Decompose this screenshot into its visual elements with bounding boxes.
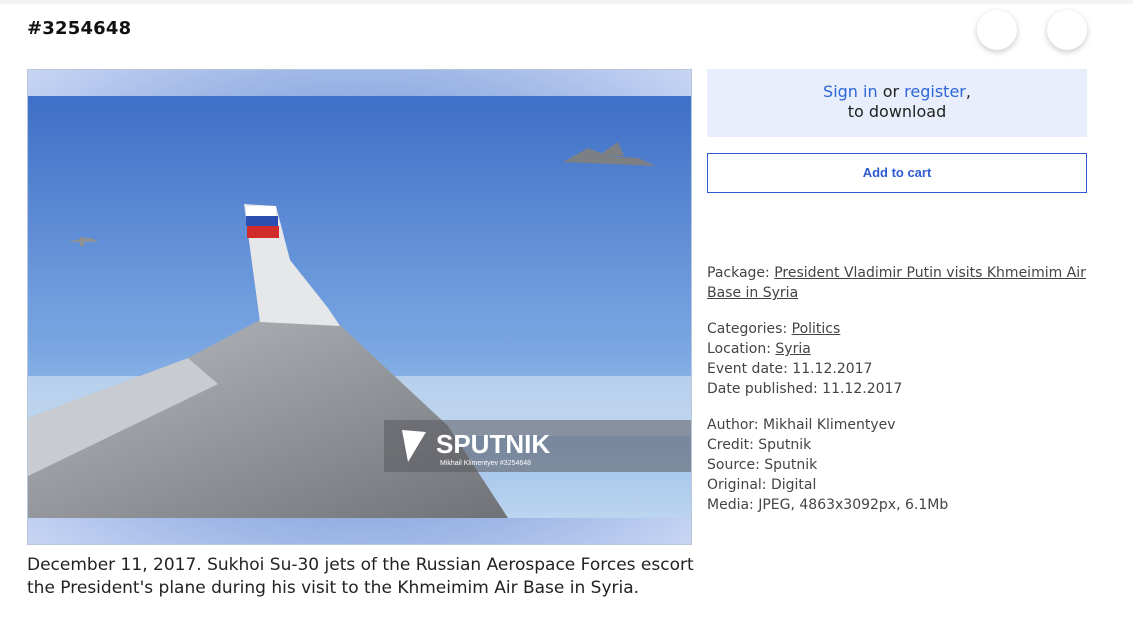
photo-caption: December 11, 2017. Sukhoi Su-30 jets of … — [27, 555, 694, 598]
sign-in-link[interactable]: Sign in — [823, 82, 878, 101]
event-date: Event date: 11.12.2017 — [707, 361, 873, 377]
media-info: Media: JPEG, 4863x3092px, 6.1Mb — [707, 497, 949, 513]
watermark-brand: SPUTNIK — [436, 429, 550, 459]
categories-label: Categories: — [707, 321, 792, 337]
favorite-button[interactable] — [977, 10, 1017, 50]
credit: Credit: Sputnik — [707, 437, 812, 453]
or-text: or — [877, 82, 905, 101]
register-link[interactable]: register — [904, 82, 966, 101]
photo-viewer[interactable]: SPUTNIK Mikhail Klimentyev #3254648 — [27, 69, 692, 545]
credits-block: Author: Mikhail Klimentyev Credit: Sputn… — [707, 415, 1097, 515]
metadata-block: Categories: Politics Location: Syria Eve… — [707, 319, 1097, 399]
top-divider — [0, 0, 1133, 4]
package-label: Package: — [707, 265, 775, 281]
package-info: Package: President Vladimir Putin visits… — [707, 263, 1097, 303]
date-published: Date published: 11.12.2017 — [707, 381, 903, 397]
original: Original: Digital — [707, 477, 817, 493]
source: Source: Sputnik — [707, 457, 818, 473]
watermark-credit: Mikhail Klimentyev #3254648 — [440, 460, 531, 467]
signin-panel: Sign in or register, to download — [707, 69, 1087, 137]
media-id: #3254648 — [27, 18, 132, 39]
photo: SPUTNIK Mikhail Klimentyev #3254648 — [28, 96, 691, 518]
download-text: to download — [847, 102, 947, 121]
author: Author: Mikhail Klimentyev — [707, 417, 896, 433]
location-link[interactable]: Syria — [775, 341, 810, 357]
comma-text: , — [965, 82, 971, 101]
add-to-cart-button[interactable]: Add to cart — [707, 153, 1087, 193]
location-label: Location: — [707, 341, 776, 357]
categories-link[interactable]: Politics — [792, 321, 841, 337]
share-button[interactable] — [1047, 10, 1087, 50]
